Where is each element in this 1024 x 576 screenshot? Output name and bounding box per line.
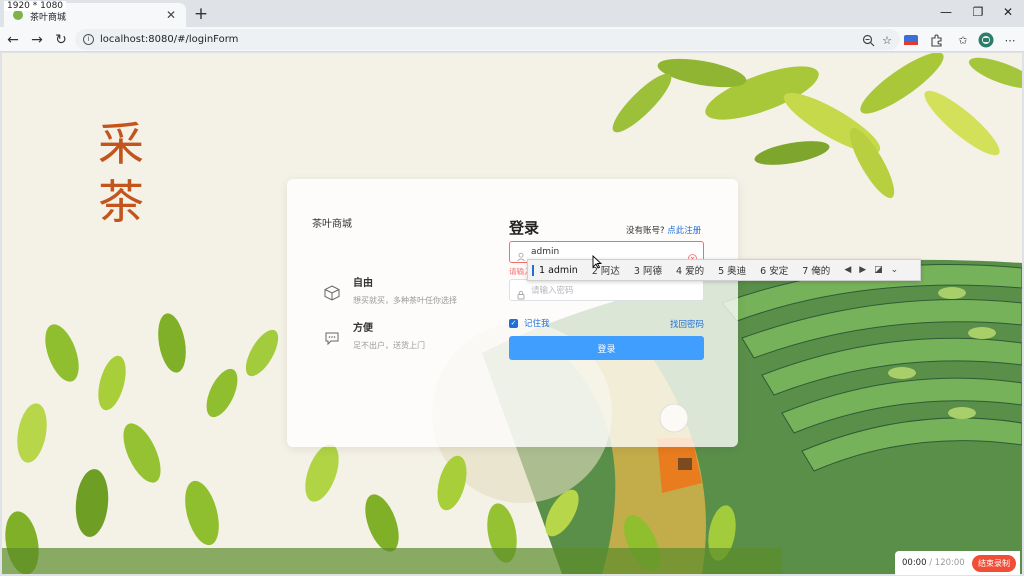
ime-candidate[interactable]: 5 奥迪 <box>718 263 746 277</box>
no-account-text: 没有账号? <box>626 226 665 236</box>
brand-calligraphy: 采茶 <box>98 117 144 229</box>
shop-name: 茶叶商城 <box>312 219 352 230</box>
cube-icon <box>323 284 341 302</box>
bookmark-star-icon[interactable]: ☆ <box>879 32 895 48</box>
address-url: localhost:8080/#/loginForm <box>100 34 239 45</box>
extensions-puzzle-icon[interactable] <box>928 32 944 48</box>
ime-expand-icon[interactable]: ⌄ <box>891 265 899 275</box>
recorder-separator: / <box>926 558 935 568</box>
browser-toolbar: ← → ↻ i localhost:8080/#/loginForm ☆ ✩ ⋯ <box>0 27 1024 52</box>
tab-close-icon[interactable]: ✕ <box>164 8 178 22</box>
more-menu-icon[interactable]: ⋯ <box>1002 32 1018 48</box>
ime-candidate[interactable]: 3 阿德 <box>634 263 662 277</box>
checkmark-icon: ✓ <box>509 318 518 328</box>
ime-candidate[interactable]: 7 俺的 <box>802 263 830 277</box>
feature-title: 自由 <box>353 278 373 289</box>
page-viewport: 采茶 茶叶商城 自由 想买就买，多种茶叶任你选择 方便 足不出户，送货上门 登录… <box>2 53 1022 574</box>
ime-candidate[interactable]: 6 安定 <box>760 263 788 277</box>
remember-me-checkbox[interactable]: ✓ 记住我 <box>509 317 550 329</box>
favorites-icon[interactable]: ✩ <box>955 32 971 48</box>
zoom-icon[interactable] <box>860 32 876 48</box>
feature-convenience: 方便 足不出户，送货上门 <box>323 319 425 351</box>
site-info-icon[interactable]: i <box>83 34 94 45</box>
extension-badge-icon[interactable] <box>903 32 919 48</box>
user-icon <box>516 247 526 262</box>
feature-title: 方便 <box>353 323 373 334</box>
profile-avatar[interactable] <box>978 32 994 48</box>
address-bar[interactable]: i localhost:8080/#/loginForm <box>75 29 900 50</box>
ime-prev-page-icon[interactable]: ◀ <box>844 265 851 275</box>
reload-icon[interactable]: ↻ <box>52 31 70 49</box>
recorder-elapsed: 00:00 <box>902 558 927 568</box>
ime-pin-icon[interactable]: ◪ <box>874 265 883 275</box>
lock-icon <box>516 285 526 300</box>
browser-tab-bar: 1920 * 1080 茶叶商城 ✕ + — ❐ ✕ <box>0 0 1024 27</box>
new-tab-button[interactable]: + <box>192 4 210 24</box>
login-title: 登录 <box>509 219 540 237</box>
window-close-icon[interactable]: ✕ <box>998 5 1018 19</box>
register-link[interactable]: 点此注册 <box>667 226 701 236</box>
password-input[interactable]: 请输入密码 <box>509 279 704 301</box>
minimize-icon[interactable]: — <box>936 5 956 19</box>
tab-title: 茶叶商城 <box>30 13 67 23</box>
recorder-time: 00:00 / 120:00 <box>902 558 965 568</box>
forgot-password-link[interactable]: 找回密码 <box>670 318 704 330</box>
feature-desc: 足不出户，送货上门 <box>353 341 425 350</box>
remember-label: 记住我 <box>524 319 550 329</box>
screen-size-label: 1920 * 1080 <box>4 1 67 11</box>
restore-icon[interactable]: ❐ <box>968 5 988 19</box>
login-card: 茶叶商城 自由 想买就买，多种茶叶任你选择 方便 足不出户，送货上门 登录 没有… <box>287 179 738 447</box>
signup-prompt: 没有账号? 点此注册 <box>626 224 701 236</box>
mouse-cursor-icon <box>592 254 603 269</box>
back-arrow-icon[interactable]: ← <box>4 31 22 49</box>
feature-desc: 想买就买，多种茶叶任你选择 <box>353 296 457 305</box>
ime-candidate-bar: 1 admin 2 阿达 3 阿德 4 爱的 5 奥迪 6 安定 7 俺的 ◀ … <box>527 259 921 281</box>
ime-candidate[interactable]: 4 爱的 <box>676 263 704 277</box>
stop-recording-button[interactable]: 结束录制 <box>972 554 1016 572</box>
recorder-total: 120:00 <box>934 558 965 568</box>
chat-bubble-icon <box>323 329 341 347</box>
ime-next-page-icon[interactable]: ▶ <box>859 265 866 275</box>
login-button[interactable]: 登录 <box>509 336 704 360</box>
clear-input-icon[interactable] <box>688 248 697 263</box>
feature-freedom: 自由 想买就买，多种茶叶任你选择 <box>323 274 457 306</box>
screen-recorder-widget: 00:00 / 120:00 结束录制 <box>895 551 1020 575</box>
ime-candidate[interactable]: 1 admin <box>532 264 578 276</box>
forward-arrow-icon[interactable]: → <box>28 31 46 49</box>
username-value: admin <box>531 247 560 257</box>
password-placeholder: 请输入密码 <box>531 286 574 296</box>
